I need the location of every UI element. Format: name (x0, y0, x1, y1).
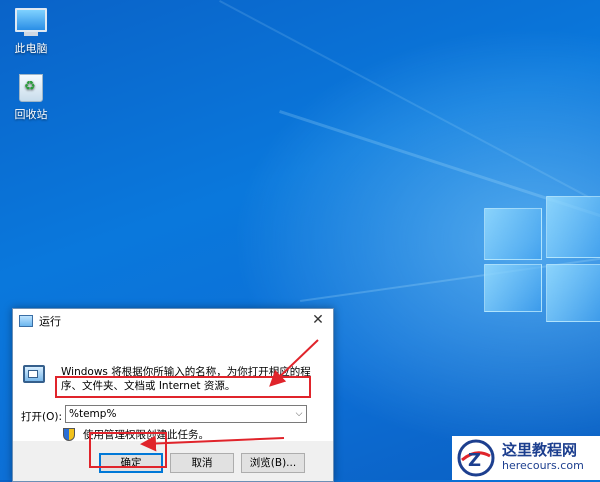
desktop-icon-label: 回收站 (14, 108, 48, 121)
run-app-icon (19, 315, 33, 327)
watermark-name: 这里教程网 (502, 441, 578, 459)
open-combobox[interactable]: %temp% ⌵ (65, 405, 307, 423)
desktop-icon-label: 此电脑 (14, 42, 48, 55)
browse-button[interactable]: 浏览(B)... (241, 453, 305, 473)
desktop-icon-this-pc[interactable]: 此电脑 (1, 8, 61, 56)
recycle-bin-icon (1, 74, 61, 102)
uac-shield-icon (63, 428, 75, 441)
watermark-domain: herecours.com (502, 459, 584, 472)
open-label: 打开(O): (21, 411, 62, 423)
open-input[interactable]: %temp% (66, 408, 292, 420)
site-watermark: Z 这里教程网 herecours.com (452, 436, 600, 480)
chevron-down-icon[interactable]: ⌵ (292, 409, 306, 419)
highlight-box-ok (89, 432, 167, 468)
svg-text:Z: Z (468, 450, 481, 471)
watermark-logo: Z (456, 438, 496, 478)
run-icon (23, 365, 45, 383)
cancel-button[interactable]: 取消 (170, 453, 234, 473)
dialog-footer: 确定 取消 浏览(B)... (13, 441, 333, 481)
light-beam (219, 0, 591, 199)
highlight-box-input (55, 376, 311, 398)
computer-icon (1, 8, 61, 36)
windows-logo-wallpaper (484, 196, 600, 336)
close-icon[interactable]: ✕ (309, 311, 327, 329)
dialog-titlebar[interactable]: 运行 ✕ (13, 309, 333, 333)
dialog-title: 运行 (39, 315, 61, 328)
desktop-icon-recycle-bin[interactable]: 回收站 (1, 72, 61, 122)
